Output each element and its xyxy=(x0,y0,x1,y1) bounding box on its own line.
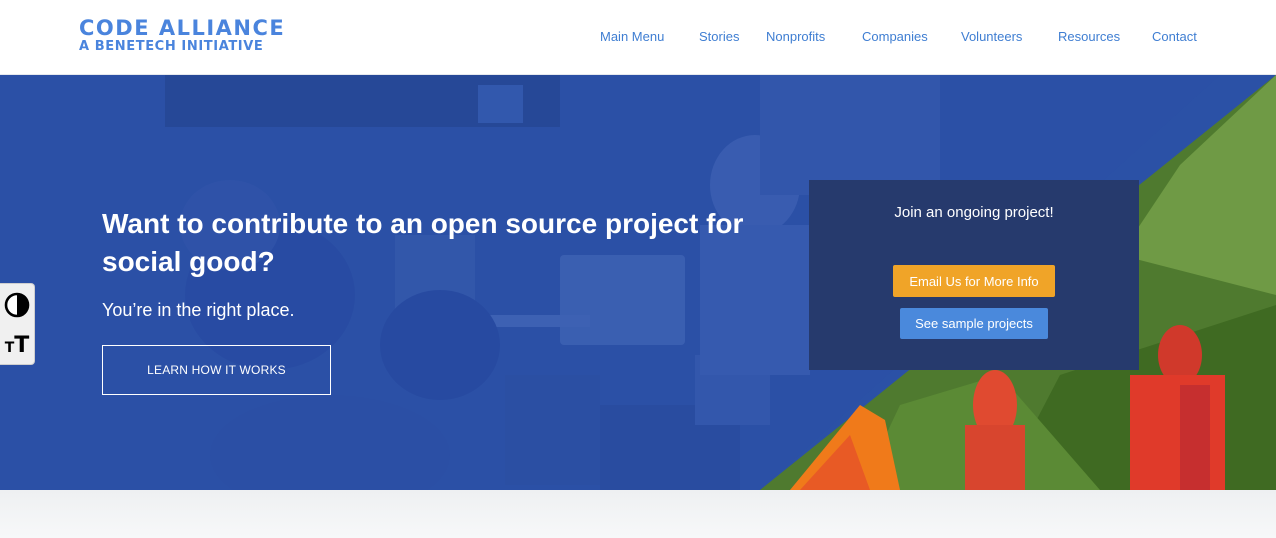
main-nav: Main Menu Stories Nonprofits Companies V… xyxy=(0,29,1276,45)
email-us-button[interactable]: Email Us for More Info xyxy=(893,265,1055,297)
hero-section: Want to contribute to an open source pro… xyxy=(0,75,1276,490)
site-header: CODE ALLIANCE A BENETECH INITIATIVE Main… xyxy=(0,0,1276,75)
nav-resources[interactable]: Resources xyxy=(1058,29,1120,44)
accessibility-toolbar: TT xyxy=(0,283,35,365)
nav-main-menu[interactable]: Main Menu xyxy=(600,29,664,44)
contrast-toggle-button[interactable] xyxy=(2,287,32,323)
join-project-box: Join an ongoing project! Email Us for Mo… xyxy=(809,180,1139,370)
text-size-icon: TT xyxy=(4,332,30,358)
join-project-title: Join an ongoing project! xyxy=(894,204,1054,221)
nav-companies[interactable]: Companies xyxy=(862,29,928,44)
content-section xyxy=(0,490,1276,538)
see-sample-projects-button[interactable]: See sample projects xyxy=(900,308,1048,339)
hero-title: Want to contribute to an open source pro… xyxy=(102,208,744,277)
hero-subtitle: You’re in the right place. xyxy=(102,300,295,320)
nav-nonprofits[interactable]: Nonprofits xyxy=(766,29,825,44)
contrast-icon xyxy=(4,292,30,318)
nav-stories[interactable]: Stories xyxy=(699,29,739,44)
learn-how-it-works-button[interactable]: LEARN HOW IT WORKS xyxy=(102,345,331,395)
nav-contact[interactable]: Contact xyxy=(1152,29,1197,44)
text-size-button[interactable]: TT xyxy=(2,327,32,363)
nav-volunteers[interactable]: Volunteers xyxy=(961,29,1022,44)
